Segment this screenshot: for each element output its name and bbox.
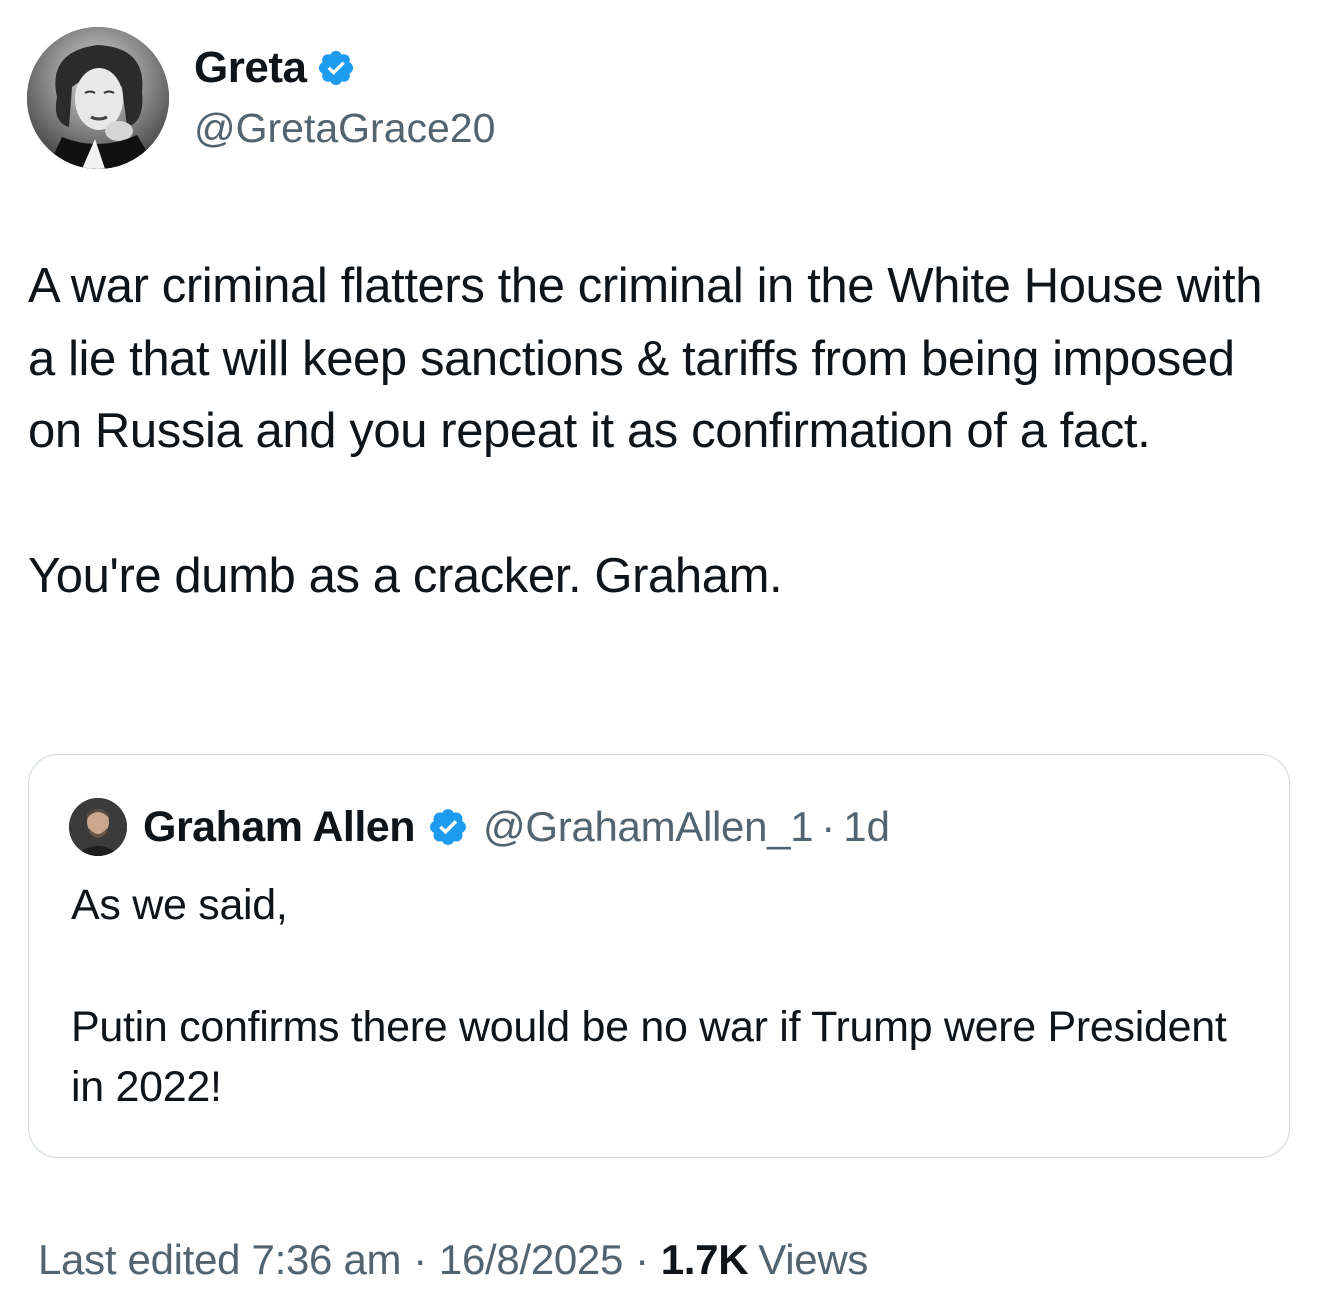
quoted-author-avatar[interactable] [69, 798, 127, 856]
separator-dot: · [635, 1236, 649, 1283]
author-info: Greta @GretaGrace20 [194, 40, 495, 156]
quoted-tweet-header: Graham Allen @GrahamAllen_1 · 1d [69, 797, 890, 857]
views-count[interactable]: 1.7K [661, 1236, 749, 1284]
quoted-tweet-paragraph: As we said, [71, 881, 288, 929]
edited-timestamp[interactable]: Last edited 7:36 am [38, 1236, 402, 1284]
verified-badge-icon[interactable] [427, 806, 469, 848]
quoted-tweet-paragraph: Putin confirms there would be no war if … [71, 1003, 1227, 1111]
portrait-avatar-icon [27, 27, 169, 169]
verified-badge-icon[interactable] [316, 48, 356, 88]
author-display-name[interactable]: Greta [194, 40, 307, 96]
tweet-meta: Last edited 7:36 am · 16/8/2025 · 1.7K V… [38, 1228, 868, 1292]
quoted-tweet-timestamp[interactable]: 1d [843, 803, 890, 851]
views-label: Views [758, 1236, 869, 1283]
portrait-avatar-icon [69, 798, 127, 856]
tweet-paragraph: You're dumb as a cracker. Graham. [28, 548, 783, 603]
tweet-date[interactable]: 16/8/2025 [439, 1236, 623, 1284]
separator-dot: · [413, 1236, 427, 1283]
separator-dot: · [821, 803, 836, 850]
tweet-paragraph: A war criminal flatters the criminal in … [28, 259, 1276, 458]
author-name-row: Greta [194, 40, 495, 96]
author-avatar[interactable] [27, 27, 169, 169]
quoted-tweet-text: As we said, Putin confirms there would b… [71, 875, 1251, 1117]
quoted-author-display-name[interactable]: Graham Allen [143, 803, 416, 852]
author-handle[interactable]: @GretaGrace20 [194, 100, 495, 156]
quoted-tweet-card[interactable]: Graham Allen @GrahamAllen_1 · 1d As we s… [28, 754, 1290, 1158]
tweet-text: A war criminal flatters the criminal in … [28, 250, 1298, 612]
quoted-author-handle[interactable]: @GrahamAllen_1 [483, 803, 814, 851]
